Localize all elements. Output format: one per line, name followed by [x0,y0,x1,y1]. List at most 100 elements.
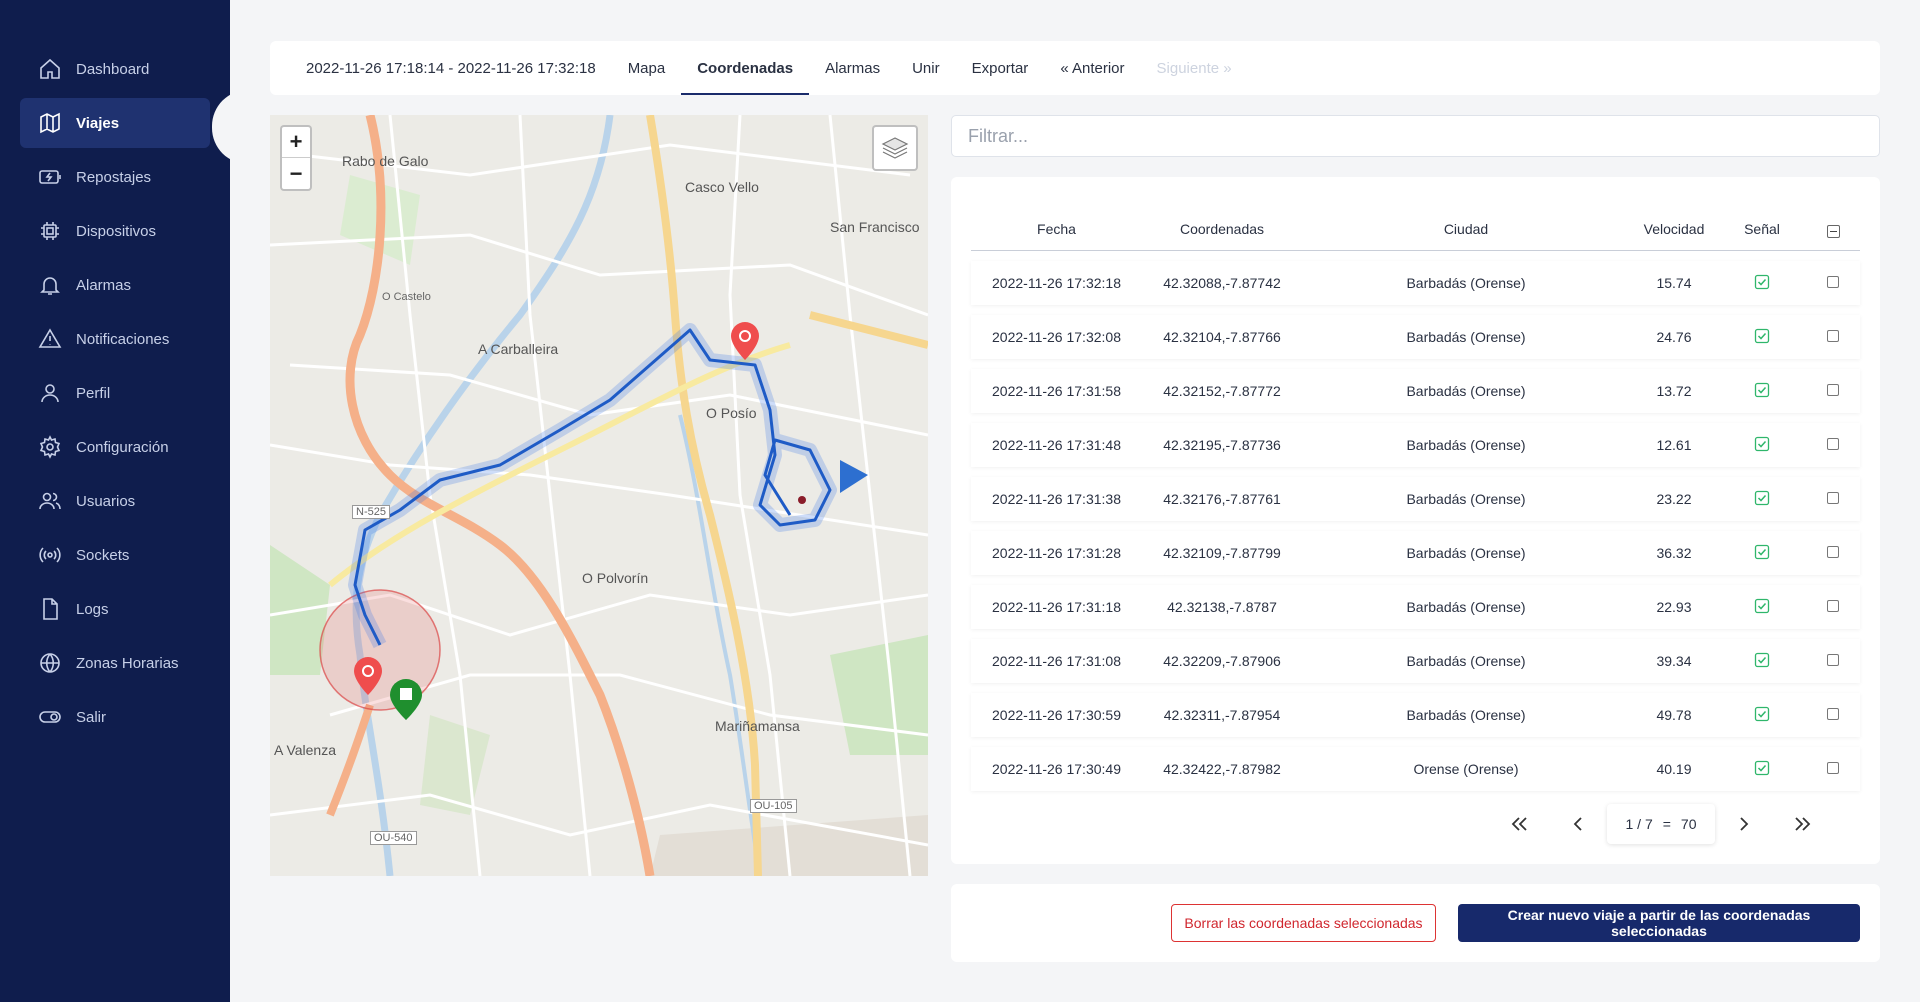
cell-fecha: 2022-11-26 17:30:59 [992,707,1121,723]
cell-select [1806,491,1860,507]
sidebar-item-alarmas[interactable]: Alarmas [20,260,210,310]
tab-exportar[interactable]: Exportar [956,41,1045,95]
cell-senal [1718,706,1806,725]
select-all-checkbox[interactable] [1826,224,1840,238]
sidebar-item-perfil[interactable]: Perfil [20,368,210,418]
table-row[interactable]: 2022-11-26 17:32:08 42.32104,-7.87766 Barb… [971,315,1860,359]
page-separator: = [1662,816,1671,832]
sidebar-item-dashboard[interactable]: Dashboard [20,44,210,94]
last-page-button[interactable] [1773,804,1831,844]
sidebar-item-label: Repostajes [76,168,152,186]
sidebar-item-logs[interactable]: Logs [20,584,210,634]
row-checkbox[interactable] [1827,330,1839,342]
row-checkbox[interactable] [1827,708,1839,720]
battery-icon [38,165,62,189]
warning-icon [38,327,62,351]
cell-velocidad: 13.72 [1656,383,1692,399]
header-coordenadas[interactable]: Coordenadas [1142,221,1302,237]
layers-icon [881,137,909,159]
first-page-button[interactable] [1491,804,1549,844]
tab-mapa[interactable]: Mapa [612,41,682,95]
zoom-out-button[interactable]: − [282,158,310,189]
sidebar-item-notificaciones[interactable]: Notificaciones [20,314,210,364]
row-checkbox[interactable] [1827,438,1839,450]
check-square-icon [1754,490,1770,505]
table-row[interactable]: 2022-11-26 17:30:49 42.32422,-7.87982 Oren… [971,747,1860,791]
sidebar-item-usuarios[interactable]: Usuarios [20,476,210,526]
table-row[interactable]: 2022-11-26 17:31:28 42.32109,-7.87799 Barb… [971,531,1860,575]
sidebar-item-label: Dashboard [76,60,150,78]
header-ciudad[interactable]: Ciudad [1302,221,1630,237]
row-checkbox[interactable] [1827,762,1839,774]
row-checkbox[interactable] [1827,384,1839,396]
sidebar-item-label: Notificaciones [76,330,170,348]
cell-select [1806,383,1860,399]
map-label-o-polvorin: O Polvorín [582,570,649,586]
sidebar-item-label: Usuarios [76,492,136,510]
check-square-icon [1754,382,1770,397]
cell-velocidad: 15.74 [1656,275,1692,291]
sidebar-item-dispositivos[interactable]: Dispositivos [20,206,210,256]
users-icon [38,489,62,513]
chip-icon [38,219,62,243]
row-checkbox[interactable] [1827,654,1839,666]
map-label-san-francisco: San Francisco [830,219,920,235]
sidebar-item-configuracion[interactable]: Configuración [20,422,210,472]
bell-icon [38,273,62,297]
row-checkbox[interactable] [1827,276,1839,288]
tab-unir[interactable]: Unir [896,41,956,95]
sidebar-item-viajes[interactable]: Viajes [20,98,210,148]
page-indicator: 1 / 7 = 70 [1607,804,1715,844]
table-row[interactable]: 2022-11-26 17:31:08 42.32209,-7.87906 Barb… [971,639,1860,683]
cell-velocidad: 24.76 [1656,329,1692,345]
trip-map[interactable]: Rabo de Galo Casco Vello San Francisco A… [270,115,928,876]
next-page-button[interactable] [1715,804,1773,844]
prev-page-button[interactable] [1549,804,1607,844]
map-label-n-525: N-525 [352,505,390,519]
sidebar-nav: Dashboard Viajes Repostajes Dispositivos… [20,44,210,746]
delete-selected-button[interactable]: Borrar las coordenadas seleccionadas [1171,904,1436,942]
sidebar-item-salir[interactable]: Salir [20,692,210,742]
map-label-o-posio: O Posío [706,405,757,421]
cell-ciudad: Barbadás (Orense) [1406,491,1526,507]
cell-senal [1718,274,1806,293]
sidebar-item-label: Logs [76,600,109,618]
sidebar-item-sockets[interactable]: Sockets [20,530,210,580]
cell-fecha: 2022-11-26 17:31:18 [992,599,1121,615]
table-row[interactable]: 2022-11-26 17:31:38 42.32176,-7.87761 Barb… [971,477,1860,521]
header-fecha[interactable]: Fecha [971,221,1142,237]
cell-fecha: 2022-11-26 17:31:58 [992,383,1121,399]
table-row[interactable]: 2022-11-26 17:31:58 42.32152,-7.87772 Barb… [971,369,1860,413]
table-row[interactable]: 2022-11-26 17:30:59 42.32311,-7.87954 Barb… [971,693,1860,737]
sidebar-item-zonas-horarias[interactable]: Zonas Horarias [20,638,210,688]
row-checkbox[interactable] [1827,600,1839,612]
cell-select [1806,275,1860,291]
zoom-in-button[interactable]: + [282,127,310,158]
tab-siguiente: Siguiente » [1156,59,1232,77]
row-checkbox[interactable] [1827,546,1839,558]
table-row[interactable]: 2022-11-26 17:31:48 42.32195,-7.87736 Barb… [971,423,1860,467]
row-checkbox[interactable] [1827,492,1839,504]
header-velocidad[interactable]: Velocidad [1630,221,1718,237]
map-layers-button[interactable] [872,125,918,171]
cell-senal [1718,652,1806,671]
map-label-a-valenza: A Valenza [274,742,337,758]
tab-coordenadas[interactable]: Coordenadas [681,41,809,95]
table-row[interactable]: 2022-11-26 17:32:18 42.32088,-7.87742 Barb… [971,261,1860,305]
cell-coordenadas: 42.32138,-7.8787 [1167,599,1277,615]
sidebar-item-repostajes[interactable]: Repostajes [20,152,210,202]
header-select-all [1806,219,1860,238]
table-row[interactable]: 2022-11-26 17:31:18 42.32138,-7.8787 Barba… [971,585,1860,629]
cell-coordenadas: 42.32311,-7.87954 [1163,707,1281,723]
tab-alarmas[interactable]: Alarmas [809,41,896,95]
cell-senal [1718,544,1806,563]
cell-ciudad: Orense (Orense) [1413,761,1519,777]
tab-anterior[interactable]: « Anterior [1044,41,1140,95]
create-trip-button[interactable]: Crear nuevo viaje a partir de las coorde… [1458,904,1860,942]
map-label-casco-vello: Casco Vello [685,179,759,195]
broadcast-icon [38,543,62,567]
gear-icon [38,435,62,459]
header-senal[interactable]: Señal [1718,221,1806,237]
filter-input[interactable] [951,115,1880,157]
cell-senal [1718,382,1806,401]
